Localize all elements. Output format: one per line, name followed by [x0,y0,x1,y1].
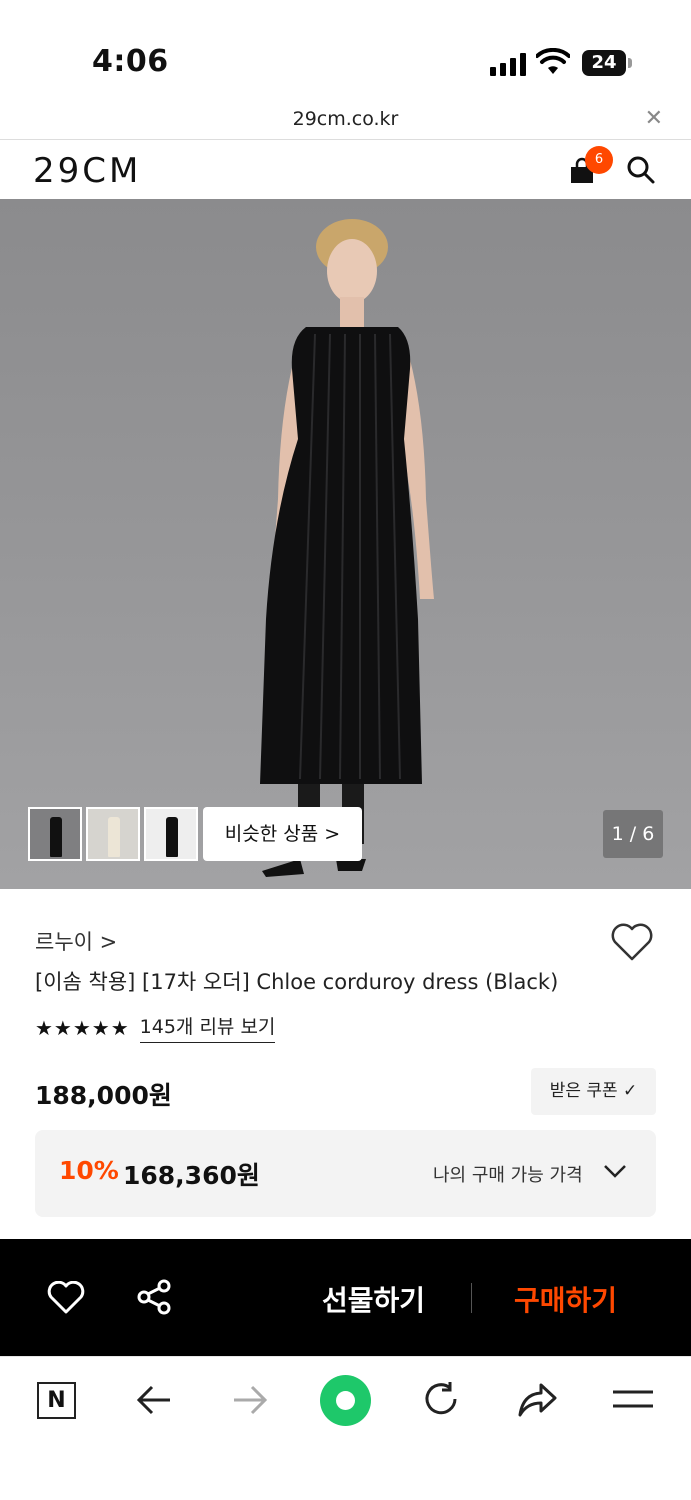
cart-count-badge: 6 [585,146,613,174]
buy-button[interactable]: 구매하기 [514,1279,617,1319]
share-arrow-icon[interactable] [517,1382,557,1418]
gift-button[interactable]: 선물하기 [322,1279,425,1319]
signal-icon [490,52,528,76]
thumbnail-strip [28,807,198,861]
battery-level: 24 [582,50,626,76]
back-arrow-icon[interactable] [136,1383,172,1417]
battery-icon: 24 [582,50,632,76]
similar-products-button[interactable]: 비슷한 상품 > [203,807,362,861]
product-image[interactable]: 비슷한 상품 > 1 / 6 [0,199,691,889]
model-photo [260,219,434,877]
thumbnail-3[interactable] [144,807,198,861]
status-bar: 4:06 24 [0,0,691,100]
search-icon[interactable] [626,155,656,185]
review-link[interactable]: 145개 리뷰 보기 [139,1012,276,1043]
naver-home-icon[interactable]: N [37,1382,76,1419]
coupon-button[interactable]: 받은 쿠폰 ✓ [531,1068,656,1115]
green-dot-icon[interactable] [320,1375,371,1426]
logo[interactable]: 29CM [33,151,141,191]
divider [471,1283,472,1313]
star-rating-icon: ★★★★★ [35,1015,130,1040]
wifi-icon [536,48,570,74]
chevron-down-icon[interactable] [603,1162,627,1180]
purchase-action-bar: 선물하기 구매하기 [0,1239,691,1356]
my-price-label[interactable]: 나의 구매 가능 가격 [433,1161,583,1187]
product-name: [이솜 착용] [17차 오더] Chloe corduroy dress (B… [35,970,559,994]
forward-arrow-icon[interactable] [232,1383,268,1417]
close-icon[interactable]: ✕ [645,106,663,131]
image-pager: 1 / 6 [603,810,663,858]
thumbnail-2[interactable] [86,807,140,861]
status-time: 4:06 [92,44,169,79]
share-icon[interactable] [136,1279,172,1315]
site-header: 29CM 6 [0,141,691,199]
discount-price: 168,360원 [123,1161,260,1190]
browser-toolbar: N [0,1356,691,1500]
heart-icon[interactable] [610,922,654,962]
discount-box[interactable]: 10% 168,360원 나의 구매 가능 가격 [35,1130,656,1217]
original-price: 188,000원 [35,1081,172,1110]
thumbnail-1[interactable] [28,807,82,861]
menu-icon[interactable] [613,1389,653,1411]
reload-icon[interactable] [422,1380,460,1418]
url-text[interactable]: 29cm.co.kr [0,108,691,130]
heart-icon[interactable] [47,1281,85,1315]
url-bar[interactable]: 29cm.co.kr ✕ [0,100,691,140]
brand-link[interactable]: 르누이 > [35,926,117,956]
discount-percent: 10% [59,1156,119,1185]
rating-row: ★★★★★ 145개 리뷰 보기 [35,1012,276,1043]
